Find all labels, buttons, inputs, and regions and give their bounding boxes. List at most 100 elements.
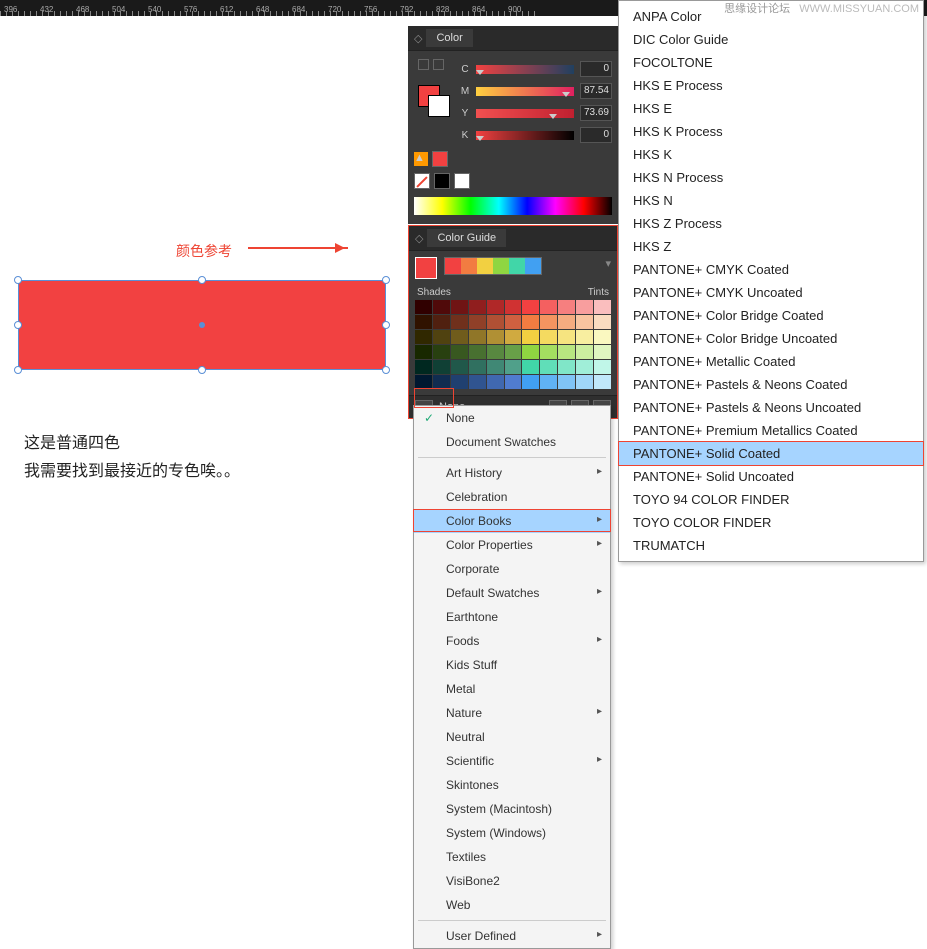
- center-point[interactable]: [199, 322, 205, 328]
- color-swatch[interactable]: [594, 345, 611, 359]
- menu-item[interactable]: PANTONE+ Color Bridge Coated: [619, 304, 923, 327]
- color-swatch[interactable]: [487, 360, 504, 374]
- color-swatch[interactable]: [576, 375, 593, 389]
- color-swatch[interactable]: [505, 345, 522, 359]
- color-swatch[interactable]: [576, 345, 593, 359]
- menu-item[interactable]: HKS Z Process: [619, 212, 923, 235]
- color-swatch[interactable]: [540, 330, 557, 344]
- color-swatch[interactable]: [594, 300, 611, 314]
- menu-item[interactable]: System (Macintosh): [414, 797, 610, 821]
- cmyk-slider[interactable]: [476, 87, 574, 96]
- color-swatch[interactable]: [487, 330, 504, 344]
- color-swatch[interactable]: [469, 315, 486, 329]
- color-swatch[interactable]: [540, 300, 557, 314]
- cmyk-value[interactable]: 73.69: [580, 105, 612, 121]
- menu-item[interactable]: Document Swatches: [414, 430, 610, 454]
- color-swatch[interactable]: [540, 315, 557, 329]
- menu-item[interactable]: Celebration: [414, 485, 610, 509]
- color-swatch[interactable]: [540, 375, 557, 389]
- menu-item[interactable]: TRUMATCH: [619, 534, 923, 557]
- menu-item[interactable]: Kids Stuff: [414, 653, 610, 677]
- color-swatch[interactable]: [505, 315, 522, 329]
- color-swatch[interactable]: [505, 300, 522, 314]
- menu-item[interactable]: HKS N Process: [619, 166, 923, 189]
- menu-item[interactable]: PANTONE+ Metallic Coated: [619, 350, 923, 373]
- color-swatch[interactable]: [558, 300, 575, 314]
- cmyk-value[interactable]: 0: [580, 61, 612, 77]
- color-swatch[interactable]: [415, 300, 432, 314]
- fill-stroke-toggle[interactable]: [418, 59, 444, 70]
- color-swatch[interactable]: [505, 375, 522, 389]
- menu-item[interactable]: Metal: [414, 677, 610, 701]
- color-swatch[interactable]: [540, 345, 557, 359]
- color-swatch[interactable]: [487, 345, 504, 359]
- menu-item[interactable]: PANTONE+ Solid Coated: [618, 441, 924, 466]
- artboard[interactable]: 颜色参考 这是普通四色 我需要找到最接近的专色唉。。: [0, 16, 408, 914]
- resize-handle[interactable]: [382, 321, 390, 329]
- stroke-color-well[interactable]: [428, 95, 450, 117]
- color-swatch[interactable]: [558, 315, 575, 329]
- black-swatch[interactable]: [434, 173, 450, 189]
- cmyk-slider[interactable]: [476, 109, 574, 118]
- menu-item[interactable]: FOCOLTONE: [619, 51, 923, 74]
- cmyk-slider[interactable]: [476, 65, 574, 74]
- color-swatch[interactable]: [433, 315, 450, 329]
- resize-handle[interactable]: [198, 366, 206, 374]
- color-swatch[interactable]: [558, 345, 575, 359]
- color-swatch[interactable]: [576, 315, 593, 329]
- color-swatch[interactable]: [522, 315, 539, 329]
- color-swatch[interactable]: [451, 330, 468, 344]
- color-swatch[interactable]: [451, 375, 468, 389]
- harmony-swatches[interactable]: [444, 257, 542, 275]
- color-swatch[interactable]: [415, 315, 432, 329]
- color-swatch[interactable]: [558, 360, 575, 374]
- color-swatch[interactable]: [576, 360, 593, 374]
- color-swatch[interactable]: [433, 345, 450, 359]
- menu-item[interactable]: PANTONE+ Pastels & Neons Uncoated: [619, 396, 923, 419]
- color-swatch[interactable]: [487, 300, 504, 314]
- menu-item[interactable]: Art History: [414, 461, 610, 485]
- resize-handle[interactable]: [14, 321, 22, 329]
- resize-handle[interactable]: [198, 276, 206, 284]
- menu-item[interactable]: PANTONE+ CMYK Coated: [619, 258, 923, 281]
- color-swatch[interactable]: [522, 375, 539, 389]
- base-color-swatch[interactable]: [415, 257, 437, 279]
- menu-item[interactable]: HKS K Process: [619, 120, 923, 143]
- menu-item[interactable]: HKS N: [619, 189, 923, 212]
- menu-item[interactable]: PANTONE+ CMYK Uncoated: [619, 281, 923, 304]
- cmyk-value[interactable]: 87.54: [580, 83, 612, 99]
- color-swatch[interactable]: [469, 360, 486, 374]
- color-swatch[interactable]: [469, 300, 486, 314]
- menu-item[interactable]: Foods: [414, 629, 610, 653]
- menu-item[interactable]: Neutral: [414, 725, 610, 749]
- color-swatch[interactable]: [558, 330, 575, 344]
- color-swatch[interactable]: [594, 375, 611, 389]
- color-variation-grid[interactable]: [415, 300, 611, 389]
- color-swatch[interactable]: [469, 345, 486, 359]
- menu-item[interactable]: HKS Z: [619, 235, 923, 258]
- cmyk-value[interactable]: 0: [580, 127, 612, 143]
- color-swatch[interactable]: [451, 315, 468, 329]
- color-swatch[interactable]: [451, 345, 468, 359]
- color-swatch[interactable]: [469, 375, 486, 389]
- menu-item[interactable]: PANTONE+ Color Bridge Uncoated: [619, 327, 923, 350]
- menu-item[interactable]: Color Books: [414, 509, 610, 533]
- menu-item[interactable]: DIC Color Guide: [619, 28, 923, 51]
- color-swatch[interactable]: [505, 330, 522, 344]
- color-swatch[interactable]: [451, 360, 468, 374]
- color-swatch[interactable]: [576, 300, 593, 314]
- menu-item[interactable]: System (Windows): [414, 821, 610, 845]
- color-swatch[interactable]: [433, 375, 450, 389]
- gamut-warning-icon[interactable]: ▲: [414, 152, 428, 166]
- menu-item[interactable]: HKS E Process: [619, 74, 923, 97]
- resize-handle[interactable]: [382, 366, 390, 374]
- color-swatch[interactable]: [415, 375, 432, 389]
- color-swatch[interactable]: [433, 330, 450, 344]
- color-swatch[interactable]: [505, 360, 522, 374]
- color-swatch[interactable]: [415, 360, 432, 374]
- menu-item[interactable]: Color Properties: [414, 533, 610, 557]
- color-swatch[interactable]: [576, 330, 593, 344]
- menu-item[interactable]: TOYO COLOR FINDER: [619, 511, 923, 534]
- selected-rectangle[interactable]: [18, 280, 386, 370]
- menu-item[interactable]: PANTONE+ Premium Metallics Coated: [619, 419, 923, 442]
